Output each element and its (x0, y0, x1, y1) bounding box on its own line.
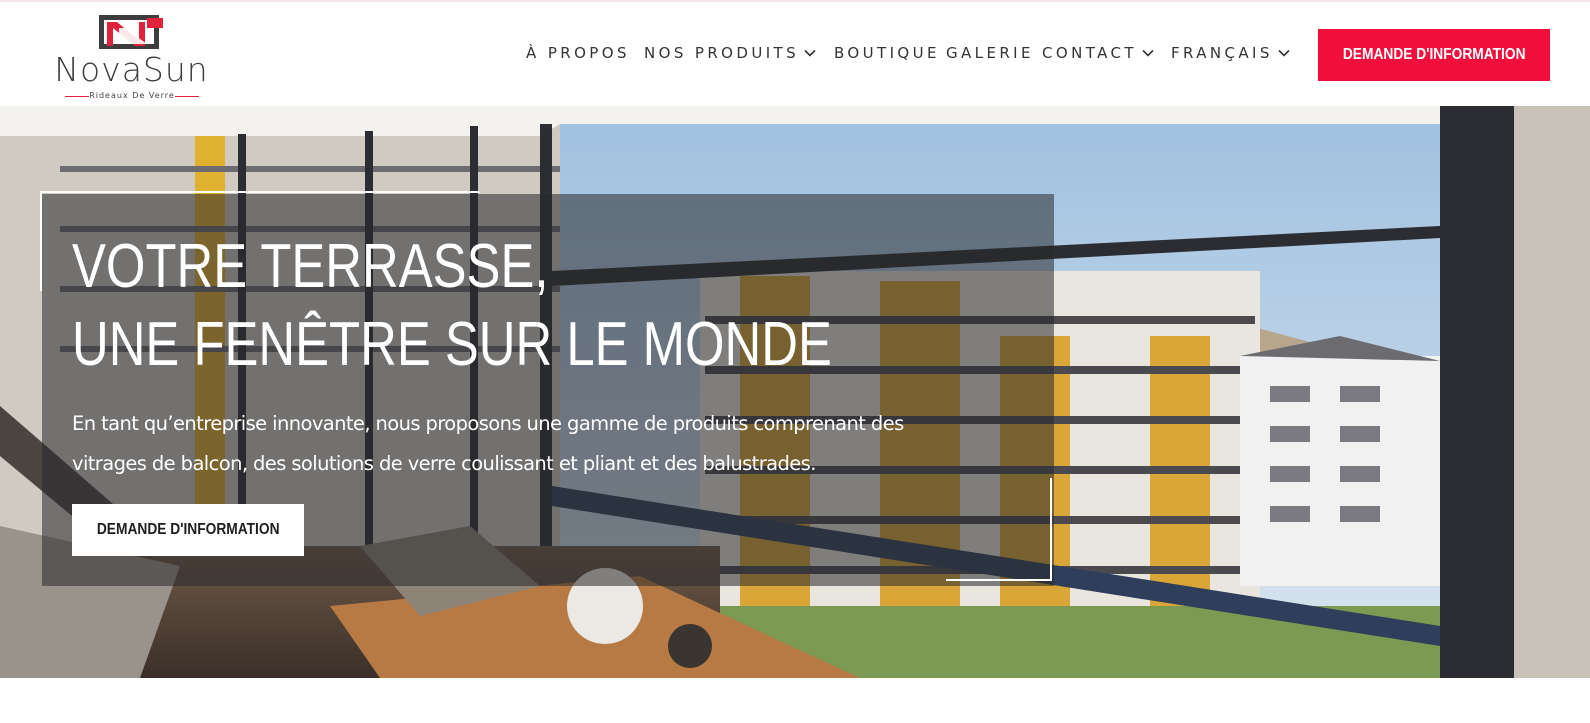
request-info-button[interactable]: DEMANDE D'INFORMATION (1318, 29, 1550, 81)
logo-wordmark: NovaSun (54, 50, 209, 89)
nav-item-a-propos[interactable]: À PROPOS (526, 38, 630, 68)
hero-request-info-button-label: DEMANDE D'INFORMATION (96, 521, 280, 538)
hero-headline-line2: UNE FENÊTRE SUR LE MONDE (72, 310, 832, 379)
chevron-down-icon (1142, 49, 1154, 57)
nav-item-boutique[interactable]: BOUTIQUE (834, 38, 940, 68)
hero-headline: VOTRE TERRASSE, UNE FENÊTRE SUR LE MONDE (72, 228, 832, 384)
logo[interactable]: NovaSun Rideaux De Verre (44, 12, 219, 100)
nav-item-contact[interactable]: CONTACT (1042, 38, 1155, 68)
nav-item-galerie[interactable]: GALERIE (946, 38, 1034, 68)
hero-frame-line (40, 191, 42, 291)
hero-frame-line (1050, 478, 1052, 581)
site-header: NovaSun Rideaux De Verre À PROPOS NOS PR… (0, 2, 1590, 106)
logo-mark-icon (99, 15, 163, 49)
chevron-down-icon (804, 49, 816, 57)
chevron-down-icon (1278, 49, 1290, 57)
hero-frame-line (40, 191, 480, 193)
request-info-button-label: DEMANDE D'INFORMATION (1342, 46, 1526, 63)
nav-item-language[interactable]: FRANÇAIS (1171, 38, 1291, 68)
hero-description: En tant qu’entreprise innovante, nous pr… (72, 412, 904, 475)
nav-item-nos-produits[interactable]: NOS PRODUITS (644, 38, 817, 68)
hero-headline-line1: VOTRE TERRASSE, (72, 232, 549, 301)
hero-section: VOTRE TERRASSE, UNE FENÊTRE SUR LE MONDE… (0, 106, 1590, 678)
logo-tagline: Rideaux De Verre (62, 90, 202, 102)
hero-request-info-button[interactable]: DEMANDE D'INFORMATION (72, 504, 304, 556)
hero-frame-line (946, 579, 1052, 581)
